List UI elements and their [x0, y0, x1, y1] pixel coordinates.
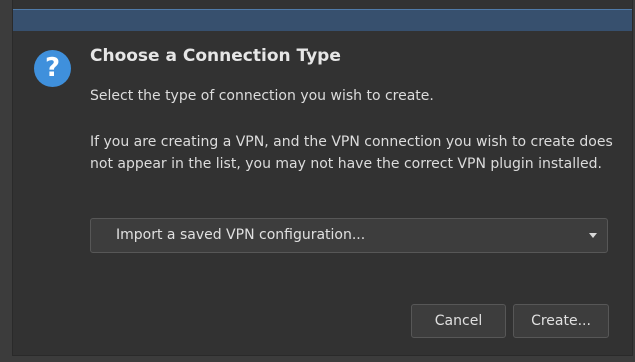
dialog-titlebar[interactable]: [13, 9, 632, 31]
cancel-button[interactable]: Cancel: [411, 304, 506, 338]
dialog-subtitle: Select the type of connection you wish t…: [90, 88, 434, 104]
connection-type-selected: Import a saved VPN configuration...: [116, 227, 366, 243]
vpn-info-text: If you are creating a VPN, and the VPN c…: [90, 134, 613, 172]
dialog-title: Choose a Connection Type: [90, 46, 341, 66]
question-icon: ?: [34, 50, 71, 87]
connection-type-dialog: ? Choose a Connection Type Select the ty…: [12, 0, 633, 356]
connection-type-select[interactable]: Import a saved VPN configuration...: [90, 218, 608, 253]
chevron-down-icon: [589, 233, 597, 238]
create-button[interactable]: Create...: [513, 304, 609, 338]
